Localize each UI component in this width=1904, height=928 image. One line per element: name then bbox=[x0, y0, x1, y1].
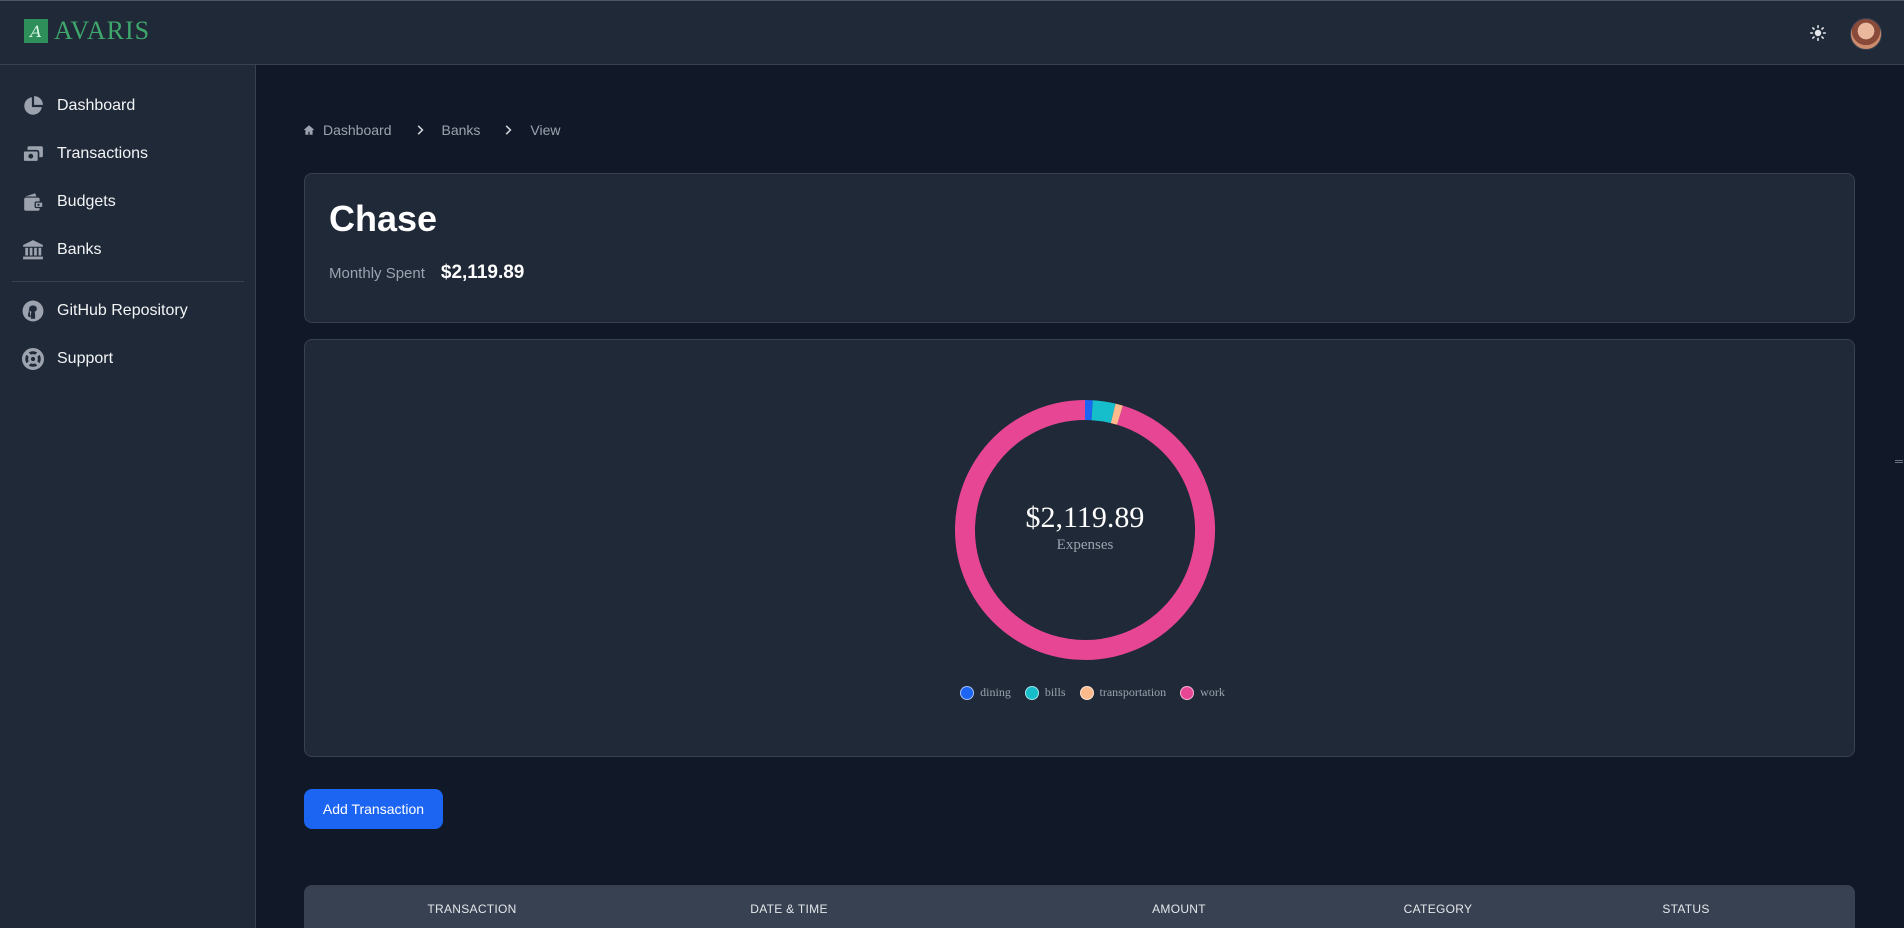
sidebar-item-label: Dashboard bbox=[57, 97, 136, 114]
monthly-spent-value: $2,119.89 bbox=[440, 262, 525, 283]
app-logo[interactable]: A AVARIS bbox=[24, 16, 151, 45]
chevron-right-icon bbox=[412, 122, 428, 138]
cash-icon bbox=[21, 142, 45, 166]
sidebar-item-label: Transactions bbox=[57, 145, 148, 162]
sidebar-item-label: Support bbox=[57, 350, 114, 367]
sidebar-item-support[interactable]: Support bbox=[12, 339, 244, 379]
breadcrumb-item-dashboard[interactable]: Dashboard bbox=[303, 122, 392, 138]
legend-marker bbox=[1079, 685, 1094, 700]
add-transaction-button[interactable]: Add Transaction bbox=[304, 789, 443, 829]
legend-marker bbox=[1024, 685, 1039, 700]
wallet-icon bbox=[21, 190, 45, 214]
sidebar-item-transactions[interactable]: Transactions bbox=[12, 134, 244, 174]
chart-legend: dining bills transportation work bbox=[305, 685, 1856, 700]
breadcrumb: Dashboard Banks View bbox=[303, 122, 561, 138]
chevron-right-icon bbox=[500, 122, 516, 138]
breadcrumb-label: Banks bbox=[441, 122, 481, 138]
column-header-amount[interactable]: Amount bbox=[1152, 902, 1206, 916]
expenses-chart-card: $2,119.89 Expenses dining bills transporta… bbox=[304, 339, 1855, 757]
legend-marker bbox=[960, 685, 975, 700]
bank-summary-card: Chase Monthly Spent $2,119.89 bbox=[304, 173, 1855, 323]
column-header-date-time[interactable]: Date & Time bbox=[750, 902, 828, 916]
legend-label: dining bbox=[980, 685, 1011, 699]
donut-slice-transportation[interactable] bbox=[1110, 403, 1123, 425]
breadcrumb-label: View bbox=[530, 122, 561, 138]
lifebuoy-icon bbox=[21, 347, 45, 371]
legend-item-dining[interactable]: dining bbox=[960, 685, 1011, 700]
legend-label: transportation bbox=[1099, 685, 1167, 699]
legend-item-bills[interactable]: bills bbox=[1024, 685, 1066, 700]
bank-icon bbox=[21, 238, 45, 262]
theme-toggle-button[interactable] bbox=[1808, 23, 1828, 43]
pie-chart-icon bbox=[21, 94, 45, 118]
sidebar-item-budgets[interactable]: Budgets bbox=[12, 182, 244, 222]
column-header-category[interactable]: Category bbox=[1404, 902, 1473, 916]
sidebar-divider bbox=[12, 281, 244, 282]
bank-name: Chase bbox=[329, 198, 438, 239]
donut-slice-work[interactable] bbox=[955, 400, 1215, 660]
legend-item-transportation[interactable]: transportation bbox=[1079, 685, 1167, 700]
breadcrumb-item-banks[interactable]: Banks bbox=[442, 122, 481, 138]
breadcrumb-label: Dashboard bbox=[323, 122, 392, 138]
expenses-donut-chart bbox=[955, 400, 1215, 660]
legend-marker bbox=[1180, 685, 1195, 700]
legend-label: bills bbox=[1044, 685, 1066, 699]
sidebar-item-label: GitHub Repository bbox=[57, 302, 188, 319]
resize-handle[interactable] bbox=[1895, 460, 1903, 463]
user-avatar[interactable] bbox=[1850, 18, 1882, 50]
sun-icon bbox=[1810, 25, 1826, 41]
github-icon bbox=[21, 299, 45, 323]
donut-slice-bills[interactable] bbox=[1091, 400, 1116, 424]
legend-label: work bbox=[1200, 685, 1225, 699]
top-navbar: A AVARIS bbox=[0, 0, 1904, 65]
sidebar-item-label: Banks bbox=[57, 241, 102, 258]
monthly-spent-label: Monthly Spent bbox=[329, 265, 425, 282]
logo-mark-icon: A bbox=[24, 19, 48, 43]
column-header-status[interactable]: Status bbox=[1662, 902, 1709, 916]
sidebar-item-dashboard[interactable]: Dashboard bbox=[12, 86, 244, 126]
home-icon bbox=[303, 125, 315, 135]
sidebar-item-banks[interactable]: Banks bbox=[12, 230, 244, 270]
breadcrumb-item-view: View bbox=[530, 122, 560, 138]
transactions-table-header: Transaction Date & Time Amount Category … bbox=[304, 885, 1855, 928]
sidebar: Dashboard Transactions Budgets Banks Git… bbox=[0, 65, 256, 928]
column-header-transaction[interactable]: Transaction bbox=[427, 902, 516, 916]
app-name: AVARIS bbox=[54, 16, 151, 45]
monthly-spent-row: Monthly Spent $2,119.89 bbox=[329, 262, 524, 284]
sidebar-item-github[interactable]: GitHub Repository bbox=[12, 291, 244, 331]
sidebar-item-label: Budgets bbox=[57, 193, 116, 210]
legend-item-work[interactable]: work bbox=[1180, 685, 1225, 700]
